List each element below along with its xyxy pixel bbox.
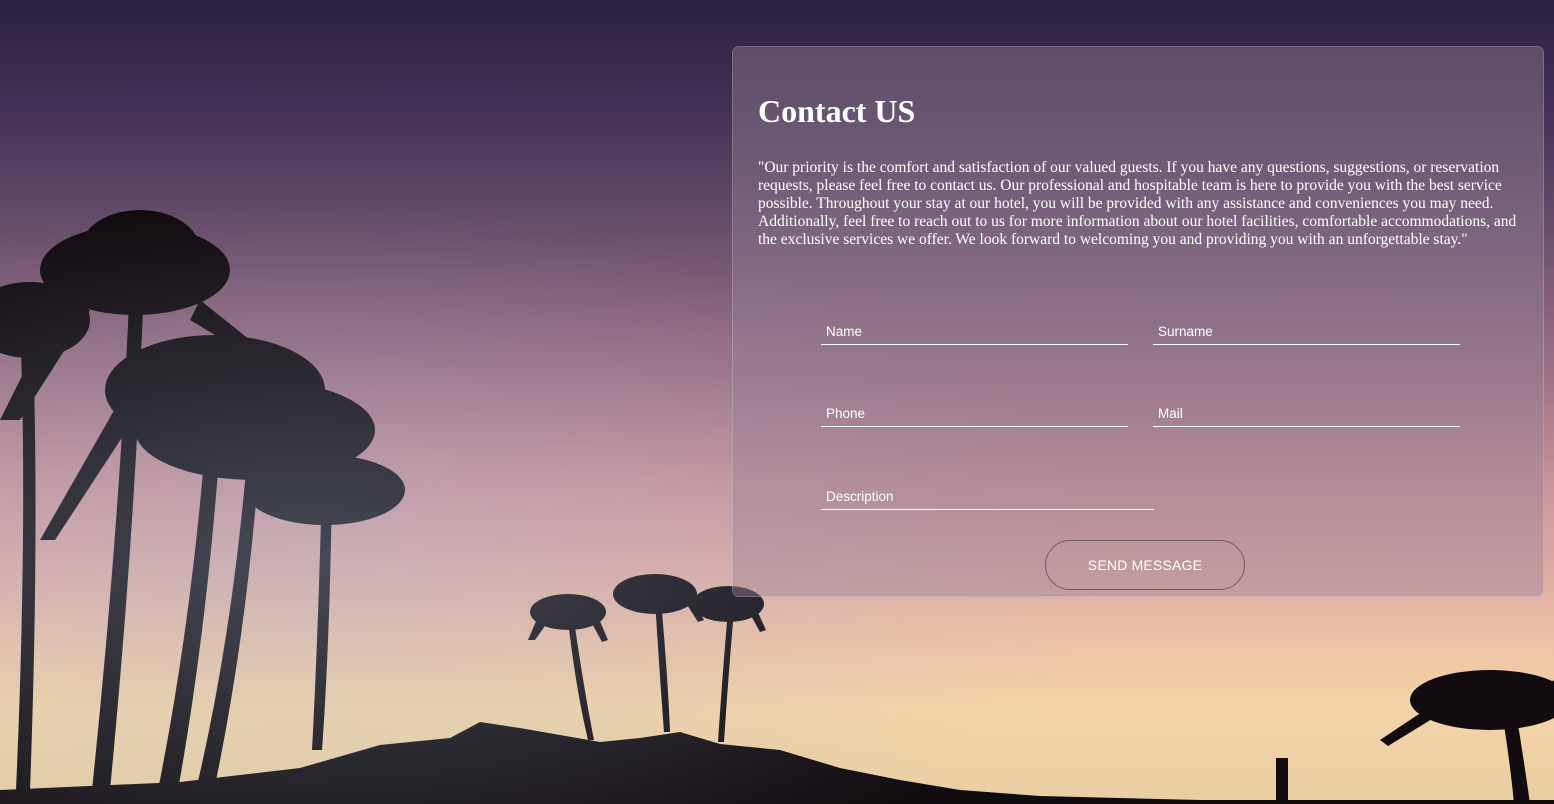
palm-right (1276, 670, 1554, 804)
contact-title: Contact US (758, 93, 916, 129)
mail-input[interactable] (1153, 401, 1460, 427)
hill-silhouette (0, 722, 1554, 804)
send-message-button[interactable]: SEND MESSAGE (1045, 540, 1245, 590)
contact-panel: Contact US "Our priority is the comfort … (732, 46, 1544, 597)
contact-intro-text: "Our priority is the comfort and satisfa… (758, 159, 1517, 248)
palm-cluster-left (0, 210, 405, 790)
description-input[interactable] (821, 484, 1154, 510)
surname-input[interactable] (1153, 319, 1460, 345)
palm-cluster-middle (528, 574, 766, 742)
phone-input[interactable] (821, 401, 1128, 427)
name-input[interactable] (821, 319, 1128, 345)
